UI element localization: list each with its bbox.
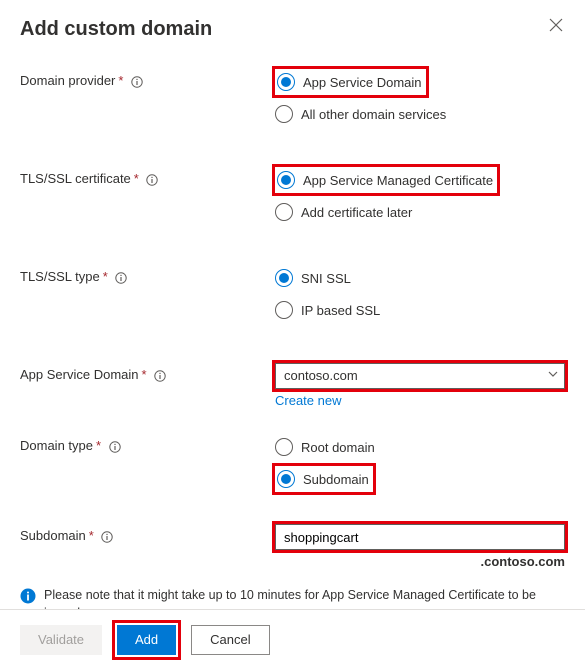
radio-unselected-icon xyxy=(275,301,293,319)
subdomain-input[interactable] xyxy=(275,524,565,550)
tls-cert-label: TLS/SSL certificate xyxy=(20,171,131,186)
domain-type-opt-sub[interactable]: Subdomain xyxy=(275,466,373,492)
info-icon[interactable] xyxy=(146,174,158,186)
info-icon[interactable] xyxy=(115,272,127,284)
radio-label: Root domain xyxy=(301,440,375,455)
radio-label: IP based SSL xyxy=(301,303,380,318)
info-icon[interactable] xyxy=(131,76,143,88)
radio-label: App Service Managed Certificate xyxy=(303,173,493,188)
create-new-link[interactable]: Create new xyxy=(275,389,341,408)
domain-provider-opt-other[interactable]: All other domain services xyxy=(275,101,565,127)
select-value: contoso.com xyxy=(275,363,565,389)
required-star: * xyxy=(96,438,101,453)
radio-selected-icon xyxy=(277,470,295,488)
domain-type-label: Domain type xyxy=(20,438,93,453)
required-star: * xyxy=(103,269,108,284)
tls-type-opt-ip[interactable]: IP based SSL xyxy=(275,297,565,323)
page-title: Add custom domain xyxy=(20,18,212,41)
radio-label: Subdomain xyxy=(303,472,369,487)
radio-unselected-icon xyxy=(275,438,293,456)
tls-cert-opt-managed[interactable]: App Service Managed Certificate xyxy=(275,167,497,193)
radio-label: SNI SSL xyxy=(301,271,351,286)
radio-unselected-icon xyxy=(275,203,293,221)
domain-provider-opt-app-service[interactable]: App Service Domain xyxy=(275,69,426,95)
domain-type-opt-root[interactable]: Root domain xyxy=(275,434,565,460)
radio-selected-icon xyxy=(277,171,295,189)
required-star: * xyxy=(89,528,94,543)
required-star: * xyxy=(118,73,123,88)
close-icon xyxy=(549,18,563,32)
radio-label: App Service Domain xyxy=(303,75,422,90)
tls-type-label: TLS/SSL type xyxy=(20,269,100,284)
radio-selected-icon xyxy=(277,73,295,91)
app-service-domain-select[interactable]: contoso.com xyxy=(275,363,565,389)
domain-provider-label: Domain provider xyxy=(20,73,115,88)
radio-label: Add certificate later xyxy=(301,205,412,220)
radio-selected-icon xyxy=(275,269,293,287)
subdomain-label: Subdomain xyxy=(20,528,86,543)
required-star: * xyxy=(142,367,147,382)
validate-button[interactable]: Validate xyxy=(20,625,102,655)
info-icon[interactable] xyxy=(109,441,121,453)
info-icon[interactable] xyxy=(101,531,113,543)
chevron-down-icon xyxy=(547,368,559,383)
close-button[interactable] xyxy=(549,18,565,34)
info-icon xyxy=(20,588,36,610)
tls-cert-opt-later[interactable]: Add certificate later xyxy=(275,199,565,225)
subdomain-suffix: .contoso.com xyxy=(275,550,565,569)
add-button[interactable]: Add xyxy=(117,625,176,655)
cancel-button[interactable]: Cancel xyxy=(191,625,269,655)
radio-unselected-icon xyxy=(275,105,293,123)
radio-label: All other domain services xyxy=(301,107,446,122)
tls-type-opt-sni[interactable]: SNI SSL xyxy=(275,265,565,291)
required-star: * xyxy=(134,171,139,186)
app-service-domain-label: App Service Domain xyxy=(20,367,139,382)
info-icon[interactable] xyxy=(154,370,166,382)
